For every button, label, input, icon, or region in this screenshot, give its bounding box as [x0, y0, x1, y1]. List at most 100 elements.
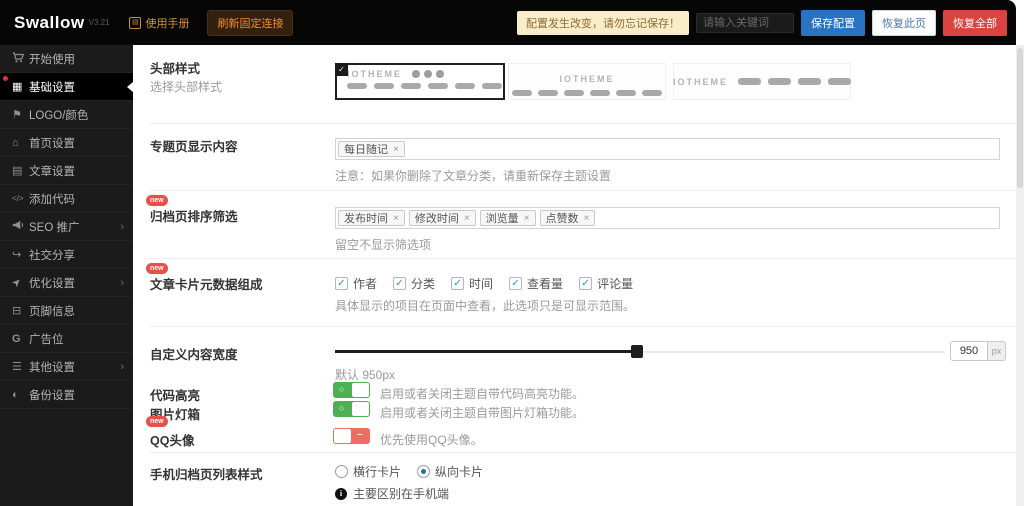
tag-remove-icon[interactable]: ×	[584, 213, 590, 224]
topic-page-tag-input[interactable]: 每日随记 ×	[335, 138, 1000, 160]
tag-item[interactable]: 浏览量 ×	[479, 210, 536, 226]
radio-unselected-icon[interactable]	[335, 465, 348, 478]
sidebar-item-basic-settings[interactable]: ▦ 基础设置	[0, 73, 133, 101]
slider-handle[interactable]	[630, 345, 643, 358]
sidebar-item-homepage[interactable]: ⌂ 首页设置	[0, 129, 133, 157]
new-badge: new	[146, 195, 168, 206]
radio-selected-icon[interactable]	[417, 465, 431, 478]
sidebar-item-label: LOGO/颜色	[29, 109, 89, 122]
sidebar-item-seo[interactable]: SEO 推广 ›	[0, 213, 133, 241]
code-highlight-toggle[interactable]: ○	[333, 382, 370, 398]
unsaved-notice: 配置发生改变，请勿忘记保存！	[517, 10, 689, 35]
content-width-input[interactable]	[950, 341, 988, 361]
row-divider	[150, 326, 1016, 327]
google-ads-icon: G	[12, 332, 21, 345]
new-badge: new	[146, 263, 168, 274]
header-preview-dots	[412, 70, 445, 78]
radio-horizontal-card[interactable]: 横行卡片	[335, 463, 401, 480]
notification-dot	[3, 76, 8, 81]
unit-addon: px	[988, 341, 1006, 361]
app-version: V3.21	[88, 18, 110, 27]
archive-sort-note: 留空不显示筛选项	[335, 238, 432, 252]
sidebar-item-label: 页脚信息	[29, 305, 75, 318]
iotheme-logo: IOTHEME	[347, 69, 403, 79]
checkbox-time[interactable]: ✓ 时间	[451, 275, 493, 292]
header-style-option-2[interactable]: IOTHEME	[508, 63, 666, 100]
checkbox-category[interactable]: ✓ 分类	[393, 275, 435, 292]
toggle-knob	[352, 402, 369, 416]
tag-label: 浏览量	[485, 213, 519, 225]
new-badge: new	[146, 416, 168, 427]
tag-remove-icon[interactable]: ×	[393, 213, 399, 224]
header-style-option-1[interactable]: ✓ IOTHEME	[335, 63, 505, 100]
toggle-on-icon: ○	[339, 384, 345, 394]
sliders-icon: ☰	[12, 361, 22, 373]
mobile-archive-note-text: 主要区别在手机端	[353, 487, 450, 501]
tag-item[interactable]: 发布时间 ×	[338, 210, 405, 226]
tag-label: 发布时间	[344, 213, 388, 225]
tag-item[interactable]: 每日随记 ×	[338, 141, 405, 157]
toggle-knob	[352, 383, 369, 397]
sidebar-item-articles[interactable]: ▤ 文章设置	[0, 157, 133, 185]
footer-window-icon: ⊟	[12, 305, 22, 317]
checkbox-checked-icon[interactable]: ✓	[579, 277, 593, 290]
restore-all-button[interactable]: 恢复全部	[943, 9, 1007, 36]
sidebar-item-ads[interactable]: G 广告位	[0, 325, 133, 353]
setting-label-header-style: 头部样式	[150, 62, 201, 76]
search-input[interactable]	[696, 12, 794, 33]
row-divider	[150, 123, 1016, 124]
sidebar-item-add-code[interactable]: </> 添加代码	[0, 185, 133, 213]
tag-remove-icon[interactable]: ×	[524, 213, 530, 224]
content-width-slider[interactable]	[335, 345, 945, 358]
sidebar-item-other-settings[interactable]: ☰ 其他设置 ›	[0, 353, 133, 381]
checkbox-checked-icon[interactable]: ✓	[451, 277, 465, 290]
content-width-note: 默认 950px	[335, 368, 396, 382]
setting-label-topic-page: 专题页显示内容	[150, 140, 238, 154]
tag-item[interactable]: 修改时间 ×	[408, 210, 476, 226]
sidebar-item-logo-color[interactable]: ⚑ LOGO/颜色	[0, 101, 133, 129]
checkbox-checked-icon[interactable]: ✓	[509, 277, 523, 290]
lightbox-toggle[interactable]: ○	[333, 401, 370, 417]
toggle-knob	[334, 429, 351, 443]
backup-shield-icon: ◐	[12, 388, 19, 401]
sidebar-item-backup[interactable]: ◐ 备份设置	[0, 381, 133, 409]
header-style-option-3[interactable]: IOTHEME	[673, 63, 852, 100]
refresh-permalinks-button[interactable]: 刷新固定连接	[207, 9, 294, 36]
checkbox-checked-icon[interactable]: ✓	[393, 277, 407, 290]
sidebar-item-optimization[interactable]: ➤ 优化设置 ›	[0, 269, 133, 297]
checkbox-label: 分类	[411, 277, 436, 291]
sidebar-item-label: 备份设置	[29, 389, 75, 402]
checkbox-views[interactable]: ✓ 查看量	[509, 275, 563, 292]
flag-icon: ⚑	[12, 109, 22, 121]
row-divider	[150, 190, 1016, 191]
manual-link[interactable]: ▤ 使用手册	[129, 15, 189, 31]
tag-label: 修改时间	[414, 213, 459, 225]
chevron-right-icon: ›	[120, 220, 124, 233]
sidebar-item-social-share[interactable]: ↪ 社交分享	[0, 241, 133, 269]
checkbox-checked-icon[interactable]: ✓	[335, 277, 348, 290]
chevron-right-icon: ›	[120, 360, 124, 373]
radio-label: 纵向卡片	[435, 465, 484, 479]
checkbox-comments[interactable]: ✓ 评论量	[579, 275, 633, 292]
qq-avatar-note: 优先使用QQ头像。	[380, 433, 483, 447]
tag-remove-icon[interactable]: ×	[393, 144, 399, 155]
sidebar: 开始使用 ▦ 基础设置 ⚑ LOGO/颜色 ⌂ 首页设置 ▤ 文章设置 </> …	[0, 45, 133, 506]
sidebar-item-getting-started[interactable]: 开始使用	[0, 45, 133, 73]
checkbox-label: 评论量	[597, 277, 634, 291]
header-preview-menu-bars	[738, 78, 852, 85]
tag-remove-icon[interactable]: ×	[464, 213, 470, 224]
restore-page-button[interactable]: 恢复此页	[872, 9, 936, 36]
checkbox-author[interactable]: ✓ 作者	[335, 275, 377, 292]
tag-item[interactable]: 点赞数 ×	[539, 210, 596, 226]
iotheme-logo: IOTHEME	[673, 76, 729, 87]
slider-filled-track	[335, 350, 637, 353]
qq-avatar-toggle[interactable]: −	[333, 428, 370, 444]
checkbox-label: 查看量	[527, 277, 564, 291]
archive-sort-tag-input[interactable]: 发布时间 × 修改时间 × 浏览量 × 点赞数 ×	[335, 207, 1000, 229]
scrollbar-thumb[interactable]	[1017, 48, 1023, 188]
rocket-icon: ➤	[9, 275, 25, 291]
save-config-button[interactable]: 保存配置	[801, 9, 865, 36]
radio-vertical-card[interactable]: 纵向卡片	[417, 463, 483, 480]
sidebar-item-footer-info[interactable]: ⊟ 页脚信息	[0, 297, 133, 325]
book-icon: ▤	[12, 165, 23, 177]
